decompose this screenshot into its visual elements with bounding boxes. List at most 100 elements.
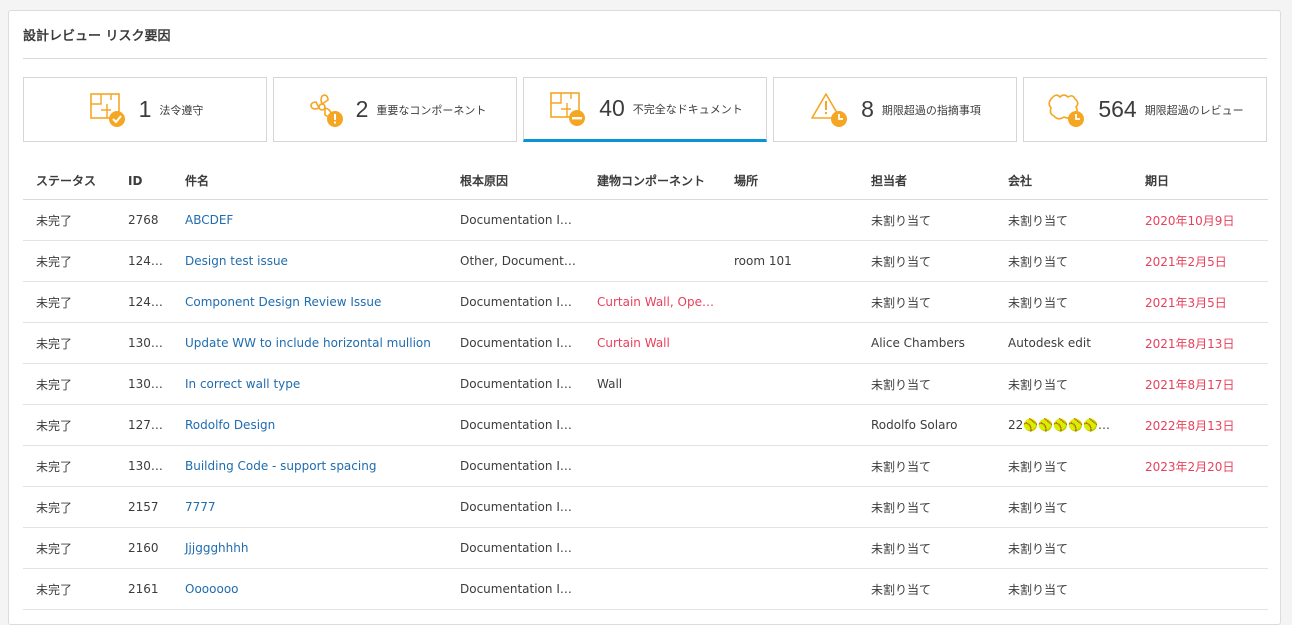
table-row[interactable]: 未完了 127… Rodolfo Design Documentation I… Rod… (23, 404, 1268, 446)
table-row[interactable]: 未完了 2161 Ooooooo Documentation I… 未割り当て 未割り当て (23, 568, 1268, 610)
status-cell-text: 未完了 (36, 213, 73, 228)
component-cell (584, 486, 721, 528)
title-link-text[interactable]: Update WW to include horizontal mullion (185, 336, 431, 350)
company-cell-text: Autodesk edit (1008, 336, 1091, 350)
company-cell-text: 未割り当て (1008, 541, 1069, 556)
table-row[interactable]: 未完了 130… Update WW to include horizontal m… (23, 322, 1268, 364)
root-cause-cell-text: Documentation I… (460, 500, 572, 514)
company-cell: 未割り当て (995, 240, 1132, 282)
location-cell (721, 404, 858, 446)
column-header-component[interactable]: 建物コンポーネント (584, 162, 721, 200)
root-cause-cell-text: Documentation I… (460, 213, 572, 227)
id-cell-text: 130… (128, 336, 163, 350)
assignee-cell: Alice Chambers (858, 322, 995, 364)
title-link[interactable]: ABCDEF (172, 199, 447, 241)
title-link-text[interactable]: ABCDEF (185, 213, 233, 227)
column-header-location[interactable]: 場所 (721, 162, 858, 200)
root-cause-cell: Documentation I… (447, 445, 584, 487)
location-cell (721, 527, 858, 569)
id-cell: 124… (115, 281, 172, 323)
column-header-root-cause[interactable]: 根本原因 (447, 162, 584, 200)
company-cell: 未割り当て (995, 568, 1132, 610)
title-link[interactable]: Building Code - support spacing (172, 445, 447, 487)
company-cell: 未割り当て (995, 199, 1132, 241)
table-row[interactable]: 未完了 2160 Jjjggghhhh Documentation I… 未割り当て 未割… (23, 527, 1268, 569)
title-link-text[interactable]: Component Design Review Issue (185, 295, 381, 309)
table-row[interactable]: 未完了 2768 ABCDEF Documentation I… 未割り当て 未割り当て 2… (23, 199, 1268, 241)
column-header-title[interactable]: 件名 (172, 162, 447, 200)
blueprint-minus-icon (550, 91, 586, 126)
id-cell: 2161 (115, 568, 172, 610)
due-date-cell-text: 2021年8月17日 (1145, 377, 1235, 392)
assignee-cell-text: 未割り当て (871, 500, 932, 515)
title-link-text[interactable]: Design test issue (185, 254, 288, 268)
card-overdue-reviews[interactable]: 564 期限超過のレビュー (1023, 77, 1267, 142)
location-cell (721, 363, 858, 405)
assignee-cell-text: Alice Chambers (871, 336, 965, 350)
title-link[interactable]: Ooooooo (172, 568, 447, 610)
id-cell-text: 127… (128, 418, 163, 432)
title-link-text[interactable]: 7777 (185, 500, 216, 514)
column-header-id[interactable]: ID (115, 162, 172, 200)
root-cause-cell: Documentation I… (447, 363, 584, 405)
assignee-cell: 未割り当て (858, 486, 995, 528)
card-incomplete-documents[interactable]: 40 不完全なドキュメント (523, 77, 767, 142)
title-link[interactable]: Rodolfo Design (172, 404, 447, 446)
assignee-cell-text: 未割り当て (871, 459, 932, 474)
table-row[interactable]: 未完了 2157 7777 Documentation I… 未割り当て 未割り当て (23, 486, 1268, 528)
title-link[interactable]: Design test issue (172, 240, 447, 282)
table-row[interactable]: 未完了 130… In correct wall type Documentation… (23, 363, 1268, 405)
title-link-text[interactable]: Rodolfo Design (185, 418, 275, 432)
status-cell: 未完了 (23, 445, 115, 487)
component-cell (584, 445, 721, 487)
title-link-text[interactable]: Ooooooo (185, 582, 239, 596)
company-cell: 未割り当て (995, 486, 1132, 528)
card-critical-components[interactable]: 2 重要なコンポーネント (273, 77, 517, 142)
status-cell-text: 未完了 (36, 377, 73, 392)
root-cause-cell-text: Documentation I… (460, 295, 572, 309)
company-cell-text: 未割り当て (1008, 377, 1069, 392)
due-date-cell-text: 2022年8月13日 (1145, 418, 1235, 433)
company-cell: Autodesk edit (995, 322, 1132, 364)
status-cell-text: 未完了 (36, 459, 73, 474)
status-cell: 未完了 (23, 568, 115, 610)
column-header-status[interactable]: ステータス (23, 162, 115, 200)
title-link[interactable]: Component Design Review Issue (172, 281, 447, 323)
table-row[interactable]: 未完了 124… Component Design Review Issue Docu… (23, 281, 1268, 323)
root-cause-cell: Documentation I… (447, 322, 584, 364)
root-cause-cell: Documentation I… (447, 199, 584, 241)
table-row[interactable]: 未完了 124… Design test issue Other, Document…… (23, 240, 1268, 282)
title-link[interactable]: Jjjggghhhh (172, 527, 447, 569)
title-link[interactable]: 7777 (172, 486, 447, 528)
card-overdue-issues[interactable]: 8 期限超過の指摘事項 (773, 77, 1017, 142)
title-link-text[interactable]: In correct wall type (185, 377, 300, 391)
card-compliance[interactable]: 1 法令遵守 (23, 77, 267, 142)
component-cell: Wall (584, 363, 721, 405)
card-label: 法令遵守 (159, 103, 204, 117)
root-cause-cell: Documentation I… (447, 404, 584, 446)
company-cell-text: 未割り当て (1008, 582, 1069, 597)
column-header-company[interactable]: 会社 (995, 162, 1132, 200)
component-cell: Curtain Wall, Ope… (584, 281, 721, 323)
card-count: 564 (1098, 96, 1137, 122)
table-row[interactable]: 未完了 130… Building Code - support spacing Do… (23, 445, 1268, 487)
company-cell-text: 未割り当て (1008, 459, 1069, 474)
due-date-cell: 2023年2月20日 (1132, 445, 1268, 487)
status-cell-text: 未完了 (36, 582, 73, 597)
column-header-assignee[interactable]: 担当者 (858, 162, 995, 200)
assignee-cell: 未割り当て (858, 568, 995, 610)
table-header-row: ステータス ID 件名 根本原因 建物コンポーネント 場所 担当者 会社 期日 (23, 162, 1268, 200)
due-date-cell: 2021年3月5日 (1132, 281, 1268, 323)
title-link[interactable]: Update WW to include horizontal mullion (172, 322, 447, 364)
due-date-cell: 2020年10月9日 (1132, 199, 1268, 241)
assignee-cell-text: 未割り当て (871, 541, 932, 556)
due-date-cell-text: 2021年8月13日 (1145, 336, 1235, 351)
title-link-text[interactable]: Jjjggghhhh (185, 541, 248, 555)
assignee-cell: Rodolfo Solaro (858, 404, 995, 446)
title-link-text[interactable]: Building Code - support spacing (185, 459, 376, 473)
id-cell: 2768 (115, 199, 172, 241)
column-header-due-date[interactable]: 期日 (1132, 162, 1268, 200)
card-count: 1 (138, 96, 152, 122)
title-link[interactable]: In correct wall type (172, 363, 447, 405)
root-cause-cell-text: Documentation I… (460, 418, 572, 432)
